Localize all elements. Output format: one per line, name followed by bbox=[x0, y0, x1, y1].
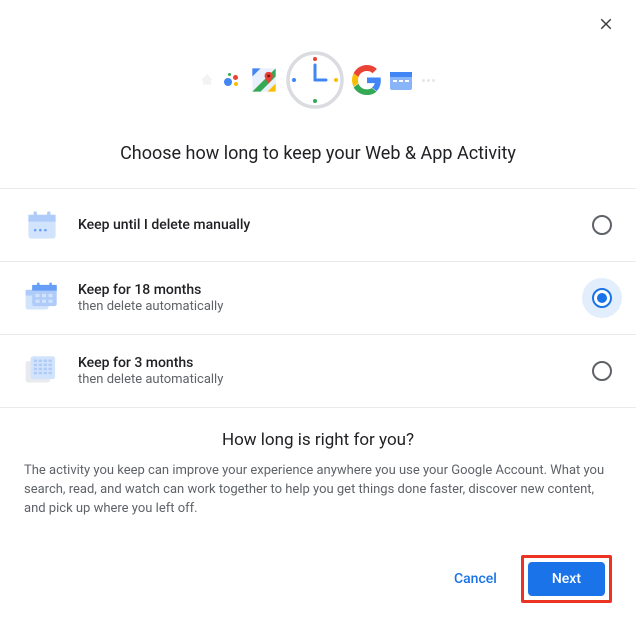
option-keep-18-months[interactable]: Keep for 18 months then delete automatic… bbox=[0, 262, 636, 335]
clock-icon bbox=[286, 51, 344, 109]
option-title: Keep for 18 months bbox=[78, 282, 574, 298]
radio-button[interactable] bbox=[592, 288, 612, 308]
calendar-stack-icon bbox=[24, 280, 60, 316]
option-keep-manual[interactable]: Keep until I delete manually bbox=[0, 189, 636, 262]
radio-button[interactable] bbox=[592, 215, 612, 235]
assistant-icon bbox=[222, 70, 242, 90]
next-button-highlight: Next bbox=[521, 555, 612, 603]
close-button[interactable] bbox=[594, 12, 618, 36]
hero-section: Choose how long to keep your Web & App A… bbox=[0, 0, 636, 188]
radio-button[interactable] bbox=[592, 361, 612, 381]
maps-icon bbox=[250, 66, 278, 94]
close-icon bbox=[597, 15, 615, 33]
dots-icon bbox=[420, 77, 436, 83]
footer-body: The activity you keep can improve your e… bbox=[24, 462, 612, 519]
next-button[interactable]: Next bbox=[528, 562, 605, 596]
option-title: Keep for 3 months bbox=[78, 355, 574, 371]
option-subtitle: then delete automatically bbox=[78, 299, 574, 314]
dialog-title: Choose how long to keep your Web & App A… bbox=[0, 143, 636, 164]
options-list: Keep until I delete manually Keep for 18… bbox=[0, 188, 636, 408]
google-g-icon bbox=[352, 65, 382, 95]
hero-icons bbox=[0, 45, 636, 115]
option-subtitle: then delete automatically bbox=[78, 372, 574, 387]
option-keep-3-months[interactable]: Keep for 3 months then delete automatica… bbox=[0, 335, 636, 408]
dialog-actions: Cancel Next bbox=[0, 539, 636, 623]
calendar-dots-icon bbox=[24, 207, 60, 243]
auto-delete-dialog: Choose how long to keep your Web & App A… bbox=[0, 0, 636, 612]
calendar-small-icon bbox=[390, 70, 412, 90]
footer-info: How long is right for you? The activity … bbox=[0, 408, 636, 539]
option-title: Keep until I delete manually bbox=[78, 217, 574, 233]
tag-icon bbox=[200, 73, 214, 87]
footer-title: How long is right for you? bbox=[24, 430, 612, 450]
cancel-button[interactable]: Cancel bbox=[438, 563, 513, 595]
calendar-grid-icon bbox=[24, 353, 60, 389]
